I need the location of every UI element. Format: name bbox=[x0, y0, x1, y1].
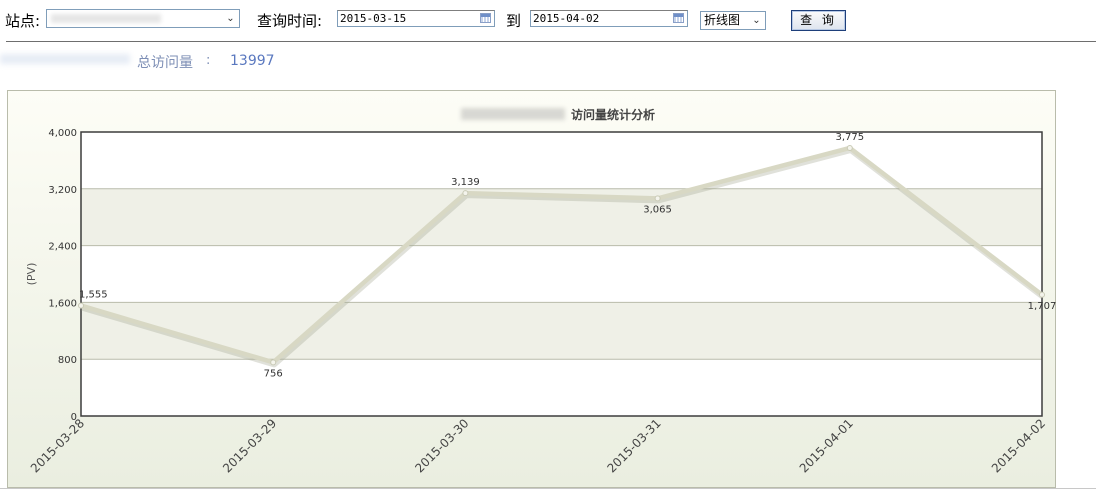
x-tick-label: 2015-04-02 bbox=[989, 416, 1048, 475]
data-label: 3,775 bbox=[835, 132, 864, 143]
total-visits-value: 13997 bbox=[230, 53, 275, 69]
chart-type-select[interactable]: 折线图 ⌄ bbox=[700, 11, 766, 30]
data-point bbox=[846, 144, 853, 151]
calendar-icon[interactable] bbox=[673, 13, 684, 23]
plot-area bbox=[81, 132, 1042, 416]
chevron-down-icon: ⌄ bbox=[749, 13, 764, 28]
data-point bbox=[78, 302, 84, 309]
data-point bbox=[462, 190, 469, 197]
chart-panel: 访问量统计分析 0 800 1,600 2,400 3,200 4,000 (PV) 2015… bbox=[7, 90, 1056, 488]
site-label: 站点: bbox=[5, 12, 41, 30]
data-label: 1,555 bbox=[79, 290, 108, 301]
data-point bbox=[1039, 291, 1045, 298]
query-time-label: 查询时间: bbox=[257, 12, 323, 30]
redacted-site-name bbox=[0, 54, 130, 64]
end-date-value: 2015-04-02 bbox=[533, 12, 600, 25]
total-visits-colon: : bbox=[206, 53, 211, 68]
chart-type-value: 折线图 bbox=[704, 13, 741, 27]
x-tick-label: 2015-03-30 bbox=[412, 416, 471, 475]
start-date-input[interactable]: 2015-03-15 bbox=[337, 10, 495, 27]
data-point bbox=[270, 359, 277, 366]
data-label: 3,139 bbox=[451, 177, 480, 188]
y-tick-label: 800 bbox=[58, 355, 77, 366]
start-date-value: 2015-03-15 bbox=[340, 12, 407, 25]
site-select[interactable]: ⌄ bbox=[46, 9, 240, 28]
y-tick-label: 1,600 bbox=[48, 298, 77, 309]
y-axis-label: (PV) bbox=[25, 263, 38, 286]
x-tick-label: 2015-03-31 bbox=[605, 416, 664, 475]
query-button[interactable]: 查 询 bbox=[791, 10, 846, 31]
query-toolbar: 站点: ⌄ 查询时间: 2015-03-15 到 2015-04-02 折线图 … bbox=[0, 0, 1096, 42]
total-visits-label: 总访问量 bbox=[137, 55, 193, 71]
y-tick-label: 4,000 bbox=[48, 128, 77, 139]
data-label: 1,707 bbox=[1028, 301, 1057, 312]
y-tick-label: 3,200 bbox=[48, 185, 77, 196]
x-tick-label: 2015-03-28 bbox=[28, 416, 87, 475]
calendar-icon[interactable] bbox=[480, 13, 491, 23]
site-select-value bbox=[51, 14, 161, 23]
data-label: 756 bbox=[264, 368, 283, 379]
toolbar-divider bbox=[6, 41, 1096, 42]
chevron-down-icon: ⌄ bbox=[223, 11, 238, 26]
to-label: 到 bbox=[506, 12, 522, 30]
data-label: 3,065 bbox=[643, 204, 672, 215]
data-point bbox=[654, 195, 661, 202]
end-date-input[interactable]: 2015-04-02 bbox=[530, 10, 688, 27]
y-tick-label: 2,400 bbox=[48, 242, 77, 253]
total-visits-row: 总访问量 : 13997 bbox=[0, 50, 400, 71]
bottom-border bbox=[0, 488, 1096, 489]
x-tick-label: 2015-03-29 bbox=[220, 416, 279, 475]
x-tick-label: 2015-04-01 bbox=[797, 416, 856, 475]
line-chart: 08001,6002,4003,2004,000(PV)2015-03-28 20… bbox=[25, 128, 1057, 475]
